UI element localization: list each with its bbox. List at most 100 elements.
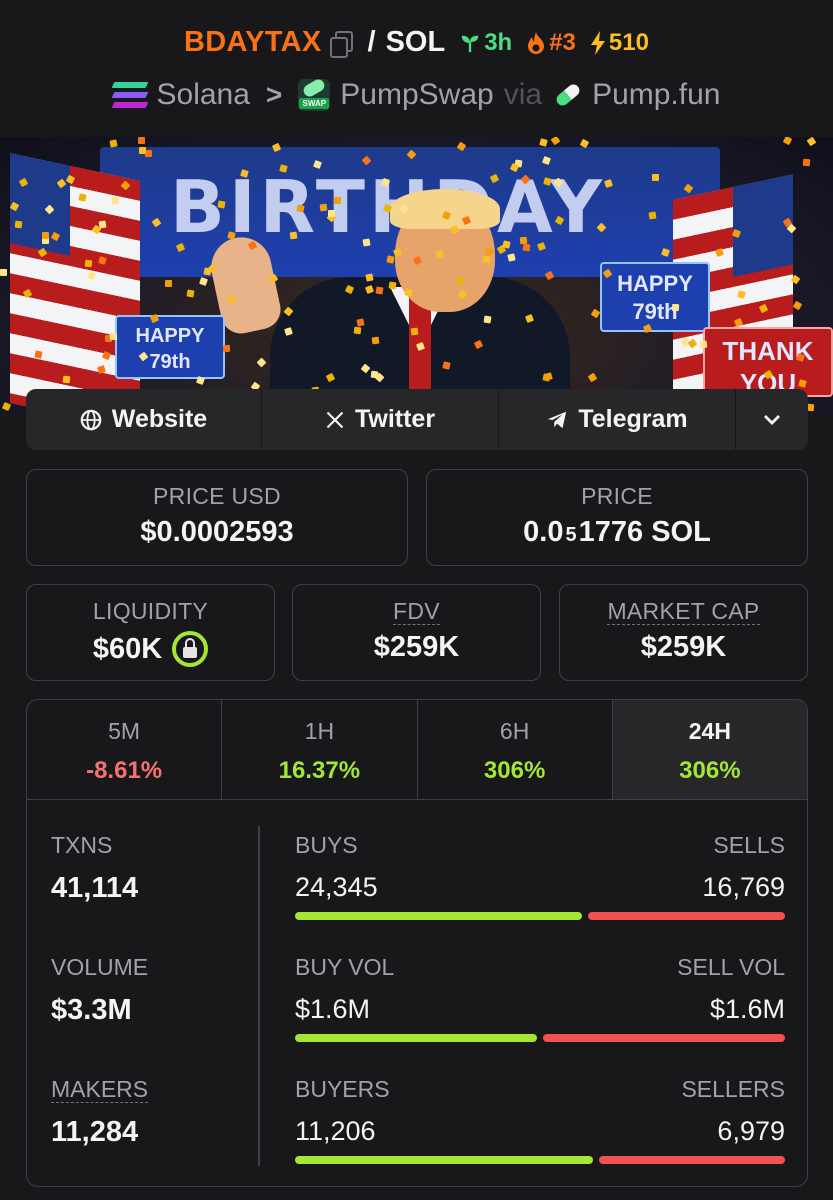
market-cap-box: MARKET CAP $259K — [559, 584, 808, 681]
pumpswap-logo-icon: SWAP — [298, 79, 331, 111]
confetti-piece — [435, 250, 444, 259]
lock-icon[interactable] — [172, 631, 209, 667]
website-link[interactable]: Website — [26, 389, 262, 450]
tab-5m[interactable]: 5M -8.61% — [27, 700, 223, 799]
tab-6h[interactable]: 6H 306% — [418, 700, 613, 799]
telegram-link[interactable]: Telegram — [499, 389, 736, 450]
buyers-value: 11,206 — [295, 1116, 376, 1146]
buyers-bar — [295, 1156, 593, 1164]
social-links-bar: Website Twitter Telegram — [26, 389, 808, 450]
price-usd-label: PRICE USD — [153, 483, 281, 509]
tab-5m-label: 5M — [108, 718, 141, 744]
confetti-piece — [109, 139, 118, 148]
volume-label: VOLUME — [51, 954, 149, 980]
seedling-icon — [461, 35, 479, 52]
dex-name[interactable]: PumpSwap — [340, 78, 493, 112]
buy-vol-label: BUY VOL — [295, 954, 395, 980]
chain-breadcrumb: Solana > SWAP PumpSwap via Pump.fun — [0, 78, 833, 112]
buyers-label: BUYERS — [295, 1076, 390, 1102]
price-usd-box: PRICE USD $0.0002593 — [26, 469, 408, 566]
confetti-piece — [164, 279, 173, 288]
makers-label[interactable]: MAKERS — [51, 1076, 251, 1103]
confetti-piece — [482, 255, 491, 264]
activity-panel: 5M -8.61% 1H 16.37% 6H 306% 24H 306% TXN… — [26, 699, 808, 1187]
confetti-piece — [410, 327, 419, 336]
liquidity-value: $60K — [92, 632, 163, 665]
buys-label: BUYS — [295, 832, 358, 858]
sellers-bar — [599, 1156, 785, 1164]
tab-24h[interactable]: 24H 306% — [612, 700, 807, 799]
fdv-box: FDV $259K — [292, 584, 541, 681]
confetti-piece — [109, 332, 118, 341]
makers-stat: MAKERS 11,284 — [51, 1076, 251, 1186]
flame-icon — [528, 31, 545, 54]
market-cap-value: $259K — [640, 631, 727, 663]
confetti-piece — [137, 137, 146, 145]
buys-value: 24,345 — [295, 872, 378, 902]
confetti-piece — [1, 401, 12, 412]
telegram-icon — [548, 411, 567, 428]
more-links-button[interactable] — [736, 389, 808, 450]
tab-6h-label: 6H — [499, 718, 530, 744]
confetti-piece — [289, 231, 298, 240]
quote-symbol: SOL — [385, 26, 446, 58]
tab-24h-label: 24H — [688, 718, 731, 744]
token-banner-image: BIRTHDAY HAPPY 79th HAPPY 79th THANK YOU — [0, 137, 833, 415]
price-native-zero-count: 5 — [565, 524, 577, 546]
tab-1h[interactable]: 1H 16.37% — [222, 700, 418, 799]
twitter-link[interactable]: Twitter — [262, 389, 499, 450]
confetti-piece — [84, 259, 93, 268]
confetti-piece — [319, 203, 328, 212]
confetti-piece — [199, 277, 208, 286]
price-native-prefix: 0.0 — [523, 516, 564, 548]
fdv-value: $259K — [373, 631, 460, 663]
confetti-piece — [522, 243, 531, 252]
tab-1h-change: 16.37% — [278, 757, 361, 784]
telegram-link-label: Telegram — [578, 405, 688, 433]
confetti-piece — [78, 193, 87, 202]
confetti-piece — [203, 267, 212, 276]
boost-badge[interactable]: 510 — [590, 29, 649, 57]
tab-5m-change: -8.61% — [86, 757, 163, 784]
confetti-piece — [792, 300, 803, 311]
market-cap-label[interactable]: MARKET CAP — [560, 598, 807, 625]
chain-name[interactable]: Solana — [157, 78, 250, 112]
launchpad-name[interactable]: Pump.fun — [592, 78, 720, 112]
confetti-piece — [356, 318, 365, 327]
price-native-value: 0.0 5 1776 SOL — [427, 516, 807, 549]
confetti-piece — [362, 238, 371, 247]
confetti-piece — [699, 340, 708, 349]
twitter-link-label: Twitter — [354, 405, 436, 433]
confetti-piece — [365, 273, 374, 282]
confetti-piece — [353, 326, 362, 335]
confetti-piece — [539, 138, 548, 147]
price-native-box: PRICE 0.0 5 1776 SOL — [426, 469, 808, 566]
price-native-label: PRICE — [581, 483, 653, 509]
volume-stat: VOLUME $3.3M — [51, 954, 251, 1076]
confetti-piece — [648, 211, 657, 220]
sell-vol-value: $1.6M — [709, 994, 785, 1024]
fdv-label[interactable]: FDV — [293, 598, 540, 625]
chevron-down-icon — [764, 414, 780, 425]
sells-bar — [588, 912, 785, 920]
trending-rank-badge[interactable]: #3 — [526, 29, 576, 57]
tab-1h-label: 1H — [304, 718, 335, 744]
txns-value: 41,114 — [51, 872, 139, 904]
confetti-piece — [782, 137, 793, 146]
banner-sign-thanks: THANK YOU — [703, 327, 833, 398]
copy-icon[interactable] — [329, 30, 353, 58]
trending-rank-value: #3 — [549, 28, 576, 56]
confetti-piece — [186, 289, 195, 298]
confetti-piece — [375, 286, 384, 295]
price-native-digits: 1776 SOL — [578, 516, 711, 548]
confetti-piece — [111, 196, 120, 205]
volume-value: $3.3M — [51, 994, 132, 1026]
confetti-piece — [217, 200, 226, 209]
tab-24h-change: 306% — [679, 757, 741, 784]
pair-title-row: BDAYTAX / SOL 3h #3 510 — [0, 26, 833, 59]
confetti-piece — [0, 269, 7, 276]
globe-icon — [80, 409, 102, 430]
confetti-piece — [256, 357, 267, 368]
confetti-piece — [195, 375, 206, 386]
confetti-piece — [41, 231, 50, 240]
